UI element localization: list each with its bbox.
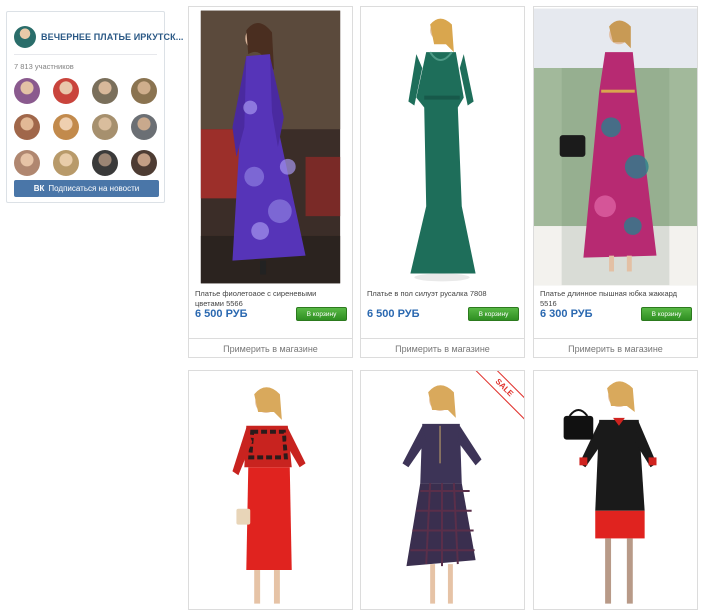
member-avatar[interactable]: [92, 78, 118, 104]
member-avatar[interactable]: [14, 78, 40, 104]
product-price: 6 500 РУБ: [195, 308, 248, 320]
product-photo[interactable]: [189, 371, 352, 610]
member-avatar[interactable]: [53, 114, 79, 140]
subscribe-button[interactable]: ВК Подписаться на новости: [14, 180, 159, 197]
vk-group-header[interactable]: ВЕЧЕРНЕЕ ПЛАТЬЕ ИРКУТСК...: [14, 26, 184, 48]
product-card: Платье в пол силуэт русалка 7808 6 500 Р…: [360, 6, 525, 358]
member-avatars-grid: [14, 78, 157, 176]
subscribe-label: Подписаться на новости: [48, 184, 140, 193]
try-in-store-link[interactable]: Примерить в магазине: [361, 338, 524, 357]
product-photo[interactable]: [189, 7, 352, 287]
product-photo[interactable]: [534, 7, 697, 287]
product-card: [188, 370, 353, 610]
members-count: 7 813 участников: [14, 62, 74, 71]
product-price: 6 500 РУБ: [367, 308, 420, 320]
member-avatar[interactable]: [53, 78, 79, 104]
member-avatar[interactable]: [53, 150, 79, 176]
product-title[interactable]: Платье фиолетоаое с сиреневыми цветами 5…: [195, 289, 347, 308]
vk-community-widget: ВЕЧЕРНЕЕ ПЛАТЬЕ ИРКУТСК... 7 813 участни…: [6, 11, 183, 203]
member-avatar[interactable]: [14, 114, 40, 140]
product-title[interactable]: Платье в пол силуэт русалка 7808: [367, 289, 519, 299]
product-title[interactable]: Платье длинное пышная юбка жаккард 5516: [540, 289, 692, 308]
member-avatar[interactable]: [131, 114, 157, 140]
member-avatar[interactable]: [92, 114, 118, 140]
product-card: SALE: [360, 370, 525, 610]
group-avatar[interactable]: [14, 26, 36, 48]
member-avatar[interactable]: [92, 150, 118, 176]
add-to-cart-button[interactable]: В корзину: [296, 307, 347, 321]
try-in-store-link[interactable]: Примерить в магазине: [189, 338, 352, 357]
product-photo[interactable]: [361, 7, 524, 287]
add-to-cart-button[interactable]: В корзину: [468, 307, 519, 321]
member-avatar[interactable]: [14, 150, 40, 176]
product-photo[interactable]: [534, 371, 697, 610]
product-card: Платье фиолетоаое с сиреневыми цветами 5…: [188, 6, 353, 358]
divider: [14, 54, 157, 55]
product-card: Платье длинное пышная юбка жаккард 5516 …: [533, 6, 698, 358]
add-to-cart-button[interactable]: В корзину: [641, 307, 692, 321]
try-in-store-link[interactable]: Примерить в магазине: [534, 338, 697, 357]
vk-logo-icon: ВК: [33, 184, 45, 193]
product-card: [533, 370, 698, 610]
group-name[interactable]: ВЕЧЕРНЕЕ ПЛАТЬЕ ИРКУТСК...: [41, 32, 184, 42]
product-price: 6 300 РУБ: [540, 308, 593, 320]
member-avatar[interactable]: [131, 78, 157, 104]
member-avatar[interactable]: [131, 150, 157, 176]
product-photo[interactable]: [361, 371, 524, 610]
